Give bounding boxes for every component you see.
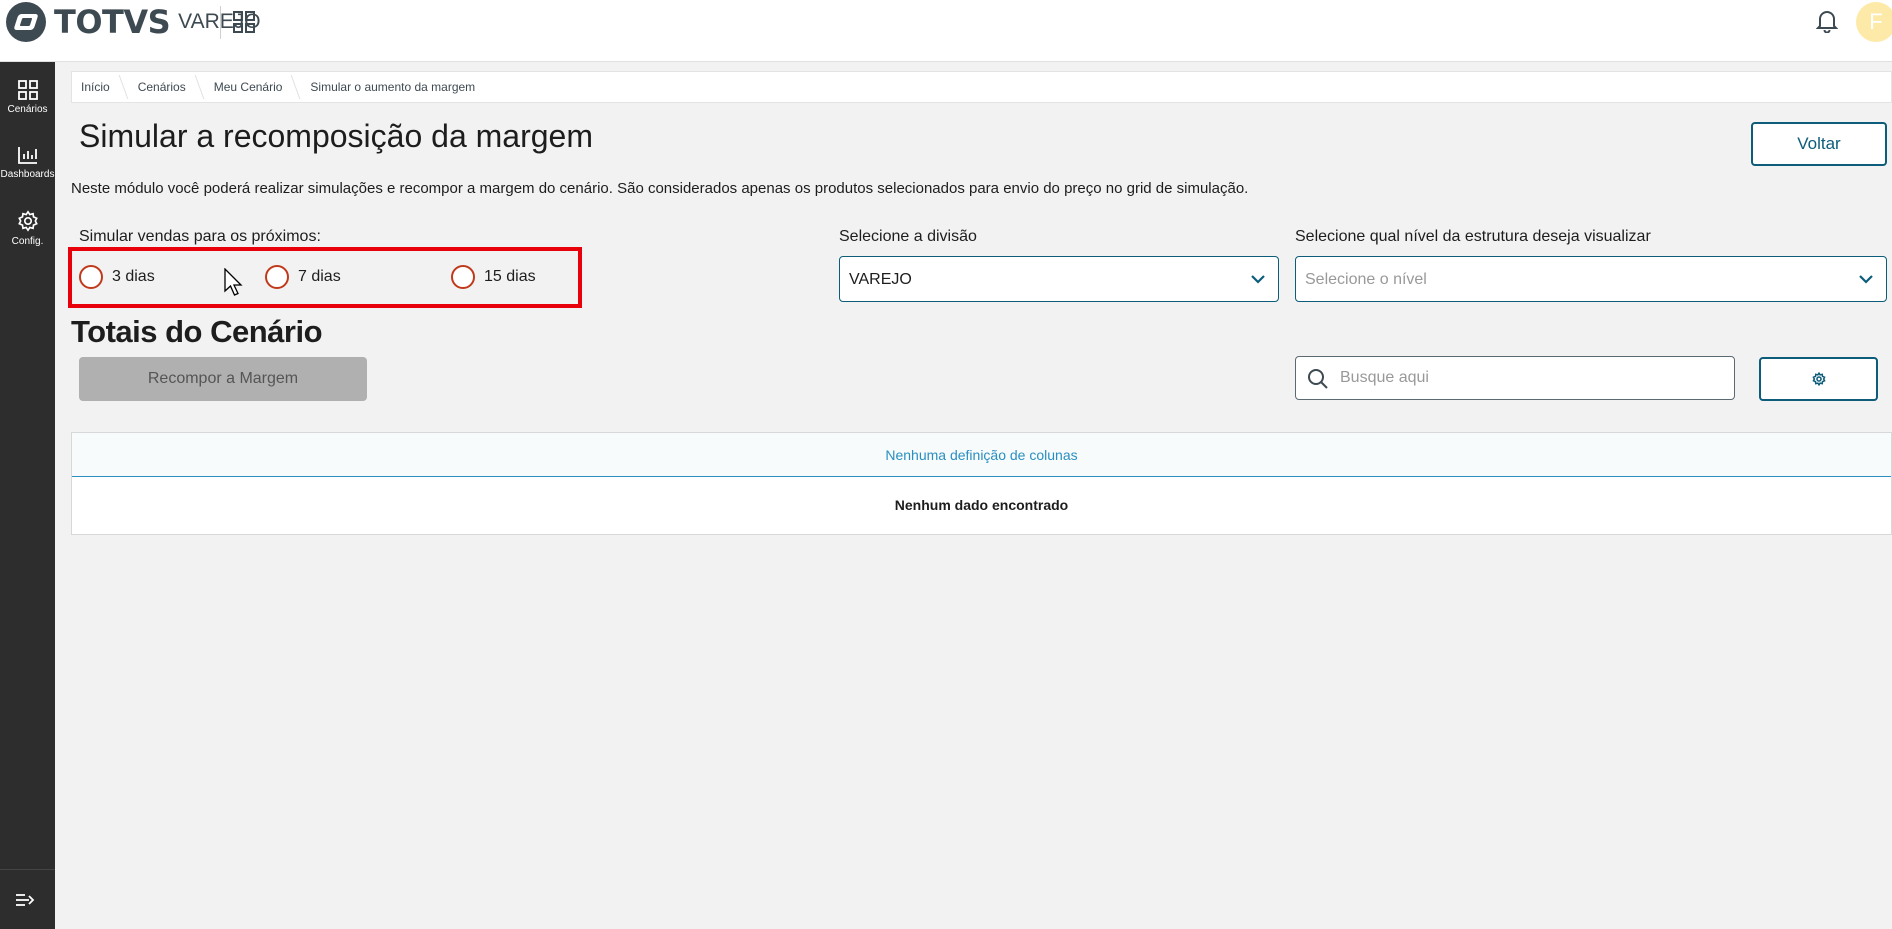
brand-name: TOTVS [54,3,171,41]
header-divider [220,6,221,39]
page-description: Neste módulo você poderá realizar simula… [71,180,1249,197]
division-value: VAREJO [849,271,912,288]
back-button[interactable]: Voltar [1751,122,1887,166]
apps-grid-icon[interactable] [233,11,255,33]
sidebar-item-config[interactable]: Config. [0,200,55,258]
radio-button[interactable] [451,265,475,289]
breadcrumb-inicio[interactable]: Início [72,72,124,102]
totvs-logo[interactable]: TOTVS VAREJO [6,2,261,42]
radio-label: 15 dias [484,268,536,285]
division-label: Selecione a divisão [839,228,977,245]
sidebar-item-label: Config. [11,236,44,247]
grid-header: Nenhuma definição de colunas [72,433,1891,477]
totals-title: Totais do Cenário [71,314,323,349]
radio-7-dias[interactable]: 7 dias [265,265,341,289]
radio-3-dias[interactable]: 3 dias [79,265,155,289]
totvs-logo-icon [6,2,46,42]
search-input[interactable] [1340,365,1720,391]
breadcrumb-cenarios[interactable]: Cenários [124,72,200,102]
simulation-grid: Nenhuma definição de colunas Nenhum dado… [71,432,1892,535]
chevron-down-icon [1251,275,1265,284]
breadcrumb-current: Simular o aumento da margem [310,80,476,94]
page-title: Simular a recomposição da margem [79,118,593,154]
sidebar-item-dashboards[interactable]: Dashboards [0,135,55,193]
radio-15-dias[interactable]: 15 dias [451,265,536,289]
radio-button[interactable] [265,265,289,289]
grid-empty-message: Nenhum dado encontrado [894,497,1069,513]
sidebar-item-label: Dashboards [0,169,55,180]
level-label: Selecione qual nível da estrutura deseja… [1295,228,1651,245]
bar-chart-icon [17,147,37,164]
radio-button[interactable] [79,265,103,289]
grid-settings-button[interactable] [1759,357,1878,401]
grid-icon [17,80,38,100]
sidebar: Cenários Dashboards Config. [0,62,55,929]
bell-icon[interactable] [1816,9,1838,33]
level-placeholder: Selecione o nível [1305,271,1427,288]
menu-collapse-icon [16,894,35,906]
gear-icon [1812,372,1826,386]
level-select[interactable]: Selecione o nível [1295,256,1887,302]
user-avatar[interactable]: F [1856,2,1892,42]
sidebar-collapse-button[interactable] [0,869,55,929]
radio-label: 3 dias [112,268,155,285]
search-field[interactable] [1295,356,1735,400]
chevron-down-icon [1859,275,1873,284]
radio-label: 7 dias [298,268,341,285]
breadcrumb: Início Cenários Meu Cenário Simular o au… [71,71,1892,103]
breadcrumb-meu-cenario[interactable]: Meu Cenário [200,72,297,102]
top-header: TOTVS VAREJO F [0,0,1892,62]
sidebar-item-label: Cenários [7,104,48,115]
gear-icon [17,210,38,232]
recompor-margem-button[interactable]: Recompor a Margem [79,357,367,401]
search-icon [1308,369,1328,389]
mouse-cursor-icon [224,268,243,296]
simulation-period-label: Simular vendas para os próximos: [79,228,321,245]
sidebar-item-cenarios[interactable]: Cenários [0,70,55,128]
division-select[interactable]: VAREJO [839,256,1279,302]
